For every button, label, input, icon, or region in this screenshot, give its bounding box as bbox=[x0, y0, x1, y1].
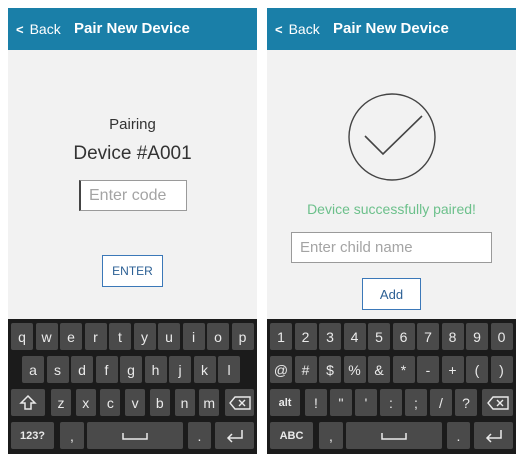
key[interactable]: j bbox=[169, 356, 191, 383]
key[interactable]: x bbox=[75, 389, 96, 416]
backspace-icon bbox=[228, 395, 251, 410]
key[interactable]: " bbox=[330, 389, 352, 416]
spacebar-icon bbox=[381, 432, 407, 440]
key[interactable]: n bbox=[174, 389, 195, 416]
chevron-left-icon: < bbox=[275, 22, 283, 37]
numeric-mode-key[interactable]: 123? bbox=[11, 422, 54, 449]
key[interactable]: v bbox=[125, 389, 146, 416]
key[interactable]: t bbox=[109, 323, 131, 350]
key[interactable]: c bbox=[100, 389, 121, 416]
pairing-label: Pairing bbox=[109, 116, 156, 133]
key[interactable]: y bbox=[133, 323, 156, 350]
key[interactable]: @ bbox=[270, 356, 292, 383]
back-button[interactable]: < Back bbox=[275, 8, 320, 50]
key[interactable]: % bbox=[343, 356, 366, 383]
device-id-label: Device #A001 bbox=[73, 143, 192, 164]
key[interactable]: 4 bbox=[343, 323, 366, 350]
key[interactable]: ; bbox=[405, 389, 427, 416]
enter-button[interactable]: ENTER bbox=[102, 255, 163, 287]
key[interactable]: l bbox=[218, 356, 240, 383]
backspace-key[interactable] bbox=[482, 389, 513, 416]
period-key[interactable]: . bbox=[188, 422, 211, 449]
key[interactable]: 2 bbox=[294, 323, 317, 350]
return-icon bbox=[485, 429, 502, 443]
key[interactable]: 9 bbox=[466, 323, 488, 350]
symbol-keyboard: 1234567890 @ # $% & * - +() alt ! " ':; /? ABC , … bbox=[267, 319, 516, 454]
key[interactable]: a bbox=[22, 356, 44, 383]
key[interactable]: 1 bbox=[270, 323, 292, 350]
period-key[interactable]: . bbox=[447, 422, 470, 449]
key[interactable]: 6 bbox=[392, 323, 415, 350]
key[interactable]: - bbox=[417, 356, 439, 383]
enter-key[interactable] bbox=[215, 422, 254, 449]
key[interactable]: s bbox=[46, 356, 69, 383]
key[interactable]: k bbox=[193, 356, 216, 383]
key[interactable]: h bbox=[144, 356, 167, 383]
success-message: Device successfully paired! bbox=[307, 201, 476, 217]
chevron-left-icon: < bbox=[16, 22, 24, 37]
key[interactable]: 7 bbox=[417, 323, 439, 350]
key[interactable]: d bbox=[71, 356, 93, 383]
back-button[interactable]: < Back bbox=[16, 8, 61, 50]
key[interactable]: m bbox=[199, 389, 220, 416]
key[interactable]: i bbox=[182, 323, 205, 350]
return-icon bbox=[226, 429, 243, 443]
backspace-key[interactable] bbox=[225, 389, 254, 416]
key[interactable]: 5 bbox=[368, 323, 390, 350]
space-key[interactable] bbox=[87, 422, 183, 449]
comma-key[interactable]: , bbox=[319, 422, 343, 449]
key[interactable]: / bbox=[430, 389, 452, 416]
key[interactable]: ) bbox=[490, 356, 513, 383]
key[interactable]: * bbox=[392, 356, 415, 383]
spacebar-icon bbox=[122, 432, 148, 440]
key[interactable]: w bbox=[35, 323, 58, 350]
key[interactable]: & bbox=[368, 356, 390, 383]
back-label: Back bbox=[288, 21, 320, 37]
key[interactable]: o bbox=[207, 323, 229, 350]
pairing-screen: < Back Pair New Device Pairing Device #A0… bbox=[8, 8, 257, 454]
key[interactable]: : bbox=[380, 389, 402, 416]
key[interactable]: z bbox=[51, 389, 71, 416]
shift-arrow-icon bbox=[19, 394, 37, 410]
key[interactable]: ! bbox=[305, 389, 327, 416]
add-button[interactable]: Add bbox=[362, 278, 421, 310]
key[interactable]: u bbox=[158, 323, 180, 350]
key[interactable]: p bbox=[231, 323, 254, 350]
page-title: Pair New Device bbox=[74, 20, 190, 37]
key[interactable]: r bbox=[84, 323, 107, 350]
key[interactable]: $ bbox=[319, 356, 341, 383]
key[interactable]: ( bbox=[466, 356, 488, 383]
alpha-mode-key[interactable]: ABC bbox=[270, 422, 313, 449]
key[interactable]: # bbox=[294, 356, 317, 383]
page-title: Pair New Device bbox=[333, 20, 449, 37]
paired-screen: < Back Pair New Device Device successfull… bbox=[267, 8, 516, 454]
key[interactable]: q bbox=[11, 323, 33, 350]
key[interactable]: f bbox=[95, 356, 118, 383]
enter-key[interactable] bbox=[474, 422, 513, 449]
alt-key[interactable]: alt bbox=[270, 389, 300, 416]
key[interactable]: b bbox=[149, 389, 170, 416]
checkmark-circle-icon bbox=[348, 93, 436, 181]
key[interactable]: e bbox=[60, 323, 82, 350]
child-name-input[interactable] bbox=[291, 232, 492, 263]
key[interactable]: ? bbox=[455, 389, 477, 416]
key[interactable]: 3 bbox=[319, 323, 341, 350]
alpha-keyboard: qwertyuiop asdfghjkl zxcvbnm 123? , . bbox=[8, 319, 257, 454]
backspace-icon bbox=[486, 395, 509, 410]
key[interactable]: 0 bbox=[490, 323, 513, 350]
header-bar: < Back Pair New Device bbox=[8, 8, 257, 50]
shift-key[interactable] bbox=[11, 389, 45, 416]
back-label: Back bbox=[29, 21, 61, 37]
code-input[interactable] bbox=[79, 180, 187, 211]
key[interactable]: g bbox=[120, 356, 142, 383]
key[interactable]: ' bbox=[355, 389, 377, 416]
comma-key[interactable]: , bbox=[60, 422, 84, 449]
key[interactable]: + bbox=[441, 356, 464, 383]
key[interactable]: 8 bbox=[441, 323, 464, 350]
space-key[interactable] bbox=[346, 422, 442, 449]
header-bar: < Back Pair New Device bbox=[267, 8, 516, 50]
